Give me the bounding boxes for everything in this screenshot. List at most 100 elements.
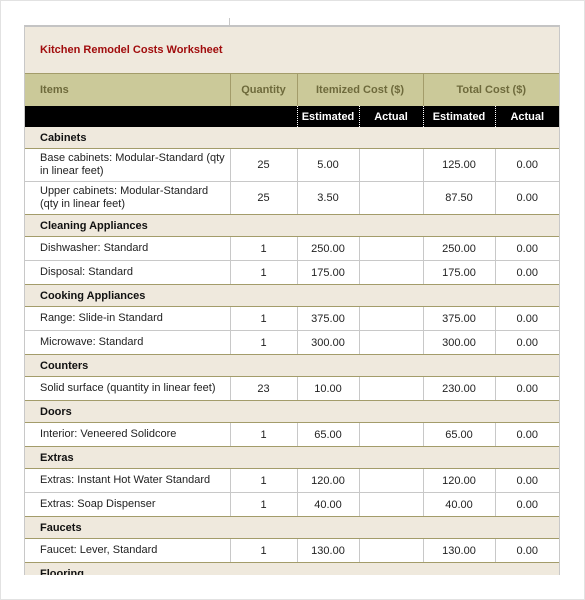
quantity-cell: 1 [229,422,298,447]
itemized-estimated-cell: 10.00 [296,376,360,401]
section-title: Counters [25,354,559,377]
total-actual-cell: 0.00 [494,538,559,563]
table-row: Extras: Instant Hot Water Standard 1 120.0… [25,468,559,493]
section-title: Extras [25,446,559,469]
section-title: Cooking Appliances [25,284,559,307]
total-actual-cell: 0.00 [494,492,559,517]
itemized-actual-cell [358,236,424,261]
quantity-cell: 1 [229,306,298,331]
table-row: Range: Slide-in Standard 1 375.00 375.00 0.0… [25,306,559,331]
itemized-estimated-cell: 175.00 [296,260,360,285]
table-row: Interior: Veneered Solidcore 1 65.00 65.00 0… [25,422,559,447]
item-name: Solid surface (quantity in linear feet) [25,376,231,401]
header-row: Items Quantity Itemized Cost ($) Total C… [25,73,559,106]
table-row: Extras: Soap Dispenser 1 40.00 40.00 0.00 [25,492,559,517]
itemized-actual-cell [358,260,424,285]
item-name: Dishwasher: Standard [25,236,231,261]
quantity-cell: 1 [229,236,298,261]
subheader-row: Estimated Actual Estimated Actual [25,106,559,127]
subheader-total-estimated: Estimated [422,106,495,127]
header-total-cost: Total Cost ($) [423,73,559,106]
section-row: Cooking Appliances [25,284,559,307]
section-row: Flooring [25,562,559,575]
itemized-estimated-cell: 5.00 [296,148,360,182]
item-name: Extras: Instant Hot Water Standard [25,468,231,493]
item-name: Upper cabinets: Modular-Standard (qty in… [25,181,231,215]
header-items: Items [25,73,231,106]
section-row: Doors [25,400,559,423]
table-row: Base cabinets: Modular-Standard (qty in … [25,148,559,182]
itemized-actual-cell [358,492,424,517]
section-row: Extras [25,446,559,469]
itemized-actual-cell [358,538,424,563]
total-estimated-cell: 375.00 [422,306,496,331]
itemized-actual-cell [358,181,424,215]
total-actual-cell: 0.00 [494,468,559,493]
total-estimated-cell: 130.00 [422,538,496,563]
section-title: Flooring [25,562,559,575]
worksheet: Kitchen Remodel Costs Worksheet Items Qu… [24,25,560,575]
itemized-actual-cell [358,468,424,493]
table-body: Cabinets Base cabinets: Modular-Standard … [25,127,559,575]
total-estimated-cell: 40.00 [422,492,496,517]
quantity-cell: 1 [229,468,298,493]
itemized-estimated-cell: 40.00 [296,492,360,517]
quantity-cell: 25 [229,181,298,215]
itemized-actual-cell [358,330,424,355]
quantity-cell: 23 [229,376,298,401]
subheader-itemized-actual: Actual [358,106,423,127]
total-actual-cell: 0.00 [494,330,559,355]
section-row: Faucets [25,516,559,539]
quantity-cell: 1 [229,492,298,517]
itemized-actual-cell [358,148,424,182]
itemized-actual-cell [358,306,424,331]
itemized-estimated-cell: 375.00 [296,306,360,331]
section-title: Cleaning Appliances [25,214,559,237]
total-estimated-cell: 87.50 [422,181,496,215]
subheader-blank [230,106,297,127]
header-quantity: Quantity [230,73,298,106]
itemized-actual-cell [358,422,424,447]
total-actual-cell: 0.00 [494,376,559,401]
table-row: Upper cabinets: Modular-Standard (qty in… [25,181,559,215]
total-actual-cell: 0.00 [494,236,559,261]
itemized-estimated-cell: 130.00 [296,538,360,563]
item-name: Interior: Veneered Solidcore [25,422,231,447]
table-row: Microwave: Standard 1 300.00 300.00 0.00 [25,330,559,355]
quantity-cell: 1 [229,330,298,355]
subheader-total-actual: Actual [494,106,559,127]
section-row: Cabinets [25,127,559,149]
quantity-cell: 25 [229,148,298,182]
total-estimated-cell: 120.00 [422,468,496,493]
item-name: Extras: Soap Dispenser [25,492,231,517]
total-actual-cell: 0.00 [494,148,559,182]
page-frame: Kitchen Remodel Costs Worksheet Items Qu… [0,0,585,600]
subheader-blank [25,106,230,127]
total-estimated-cell: 300.00 [422,330,496,355]
total-estimated-cell: 125.00 [422,148,496,182]
worksheet-title: Kitchen Remodel Costs Worksheet [25,27,559,74]
itemized-estimated-cell: 65.00 [296,422,360,447]
itemized-estimated-cell: 250.00 [296,236,360,261]
total-actual-cell: 0.00 [494,422,559,447]
item-name: Microwave: Standard [25,330,231,355]
table-row: Faucet: Lever, Standard 1 130.00 130.00 0.00 [25,538,559,563]
total-actual-cell: 0.00 [494,306,559,331]
subheader-itemized-estimated: Estimated [296,106,359,127]
table-row: Dishwasher: Standard 1 250.00 250.00 0.00 [25,236,559,261]
total-estimated-cell: 230.00 [422,376,496,401]
column-divider-fragment [229,18,230,25]
table-row: Disposal: Standard 1 175.00 175.00 0.00 [25,260,559,285]
table-row: Solid surface (quantity in linear feet) 2… [25,376,559,401]
section-row: Cleaning Appliances [25,214,559,237]
quantity-cell: 1 [229,260,298,285]
itemized-estimated-cell: 120.00 [296,468,360,493]
cost-table: Kitchen Remodel Costs Worksheet Items Qu… [25,27,559,575]
quantity-cell: 1 [229,538,298,563]
section-title: Doors [25,400,559,423]
itemized-actual-cell [358,376,424,401]
section-title: Faucets [25,516,559,539]
header-itemized-cost: Itemized Cost ($) [297,73,424,106]
item-name: Faucet: Lever, Standard [25,538,231,563]
itemized-estimated-cell: 300.00 [296,330,360,355]
